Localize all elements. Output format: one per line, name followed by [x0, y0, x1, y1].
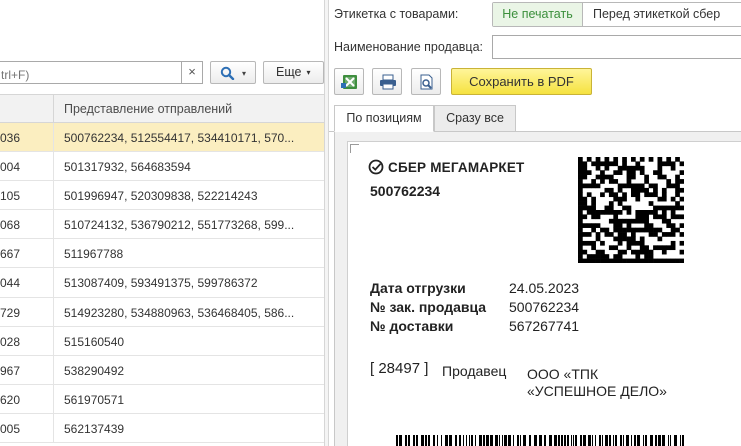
table-row[interactable]: 620 561970571: [0, 384, 324, 414]
label-ship-date: Дата отгрузки: [370, 280, 466, 296]
excel-export-button[interactable]: [334, 68, 364, 95]
print-button[interactable]: [372, 68, 402, 95]
clear-search-button[interactable]: ×: [181, 61, 203, 84]
row-shipments-cell: 514923280, 534880963, 536468405, 586...: [64, 305, 295, 320]
value-delivery-number: 567267741: [509, 318, 580, 334]
seller-code: [ 28497 ]: [370, 360, 429, 377]
goods-label-caption: Этикетка с товарами:: [334, 7, 459, 21]
column-divider: [53, 268, 54, 297]
column-header-shipments[interactable]: Представление отправлений: [64, 102, 232, 116]
table-row[interactable]: 036 500762234, 512554417, 534410171, 570.…: [0, 123, 324, 153]
label-delivery-number: № доставки: [370, 318, 454, 334]
table-row[interactable]: 044 513087409, 593491375, 599786372: [0, 268, 324, 298]
column-divider: [53, 355, 54, 384]
row-shipments-cell: 561970571: [64, 392, 125, 407]
seller-name-caption: Наименование продавца:: [334, 40, 483, 54]
goods-label-toggle: Не печатать Перед этикеткой сбер: [492, 2, 741, 27]
row-shipments-cell: 501996947, 520309838, 522214243: [64, 189, 258, 204]
print-preview-icon: [420, 74, 433, 90]
column-divider: [53, 297, 54, 326]
table-row[interactable]: 068 510724132, 536790212, 551773268, 599.…: [0, 210, 324, 240]
tab-by-position[interactable]: По позициям: [334, 105, 434, 132]
column-divider: [53, 413, 54, 443]
table-row[interactable]: 667 511967788: [0, 239, 324, 269]
printer-icon: [380, 74, 396, 90]
chevron-down-icon: ▾: [306, 68, 311, 77]
preview-button[interactable]: [411, 68, 441, 95]
datamatrix-code: [578, 157, 684, 263]
search-icon: [220, 66, 235, 80]
table-row[interactable]: 729 514923280, 534880963, 536468405, 586.…: [0, 297, 324, 327]
column-divider: [53, 239, 54, 268]
row-id-cell: 729: [0, 305, 21, 320]
search-button[interactable]: ▾: [210, 61, 256, 84]
table-row[interactable]: 105 501996947, 520309838, 522214243: [0, 181, 324, 211]
page-corner-mark: [350, 144, 359, 153]
shipment-barcode: [396, 435, 684, 446]
column-divider: [53, 181, 54, 210]
seller-name-line-2: «УСПЕШНОЕ ДЕЛО»: [527, 383, 667, 399]
row-shipments-cell: 500762234, 512554417, 534410171, 570...: [64, 131, 295, 145]
row-id-cell: 028: [0, 334, 21, 349]
row-shipments-cell: 510724132, 536790212, 551773268, 599...: [64, 218, 295, 233]
sber-logo-icon: [368, 159, 384, 175]
row-shipments-cell: 515160540: [64, 334, 125, 349]
column-divider: [53, 123, 54, 152]
row-id-cell: 620: [0, 392, 21, 407]
row-id-cell: 068: [0, 218, 21, 233]
seller-caption: Продавец: [442, 363, 507, 379]
close-icon: ×: [188, 64, 196, 79]
label-seller-order: № зак. продавца: [370, 299, 487, 315]
seller-name-input[interactable]: [492, 35, 741, 59]
column-divider: [53, 326, 54, 355]
excel-icon: [341, 75, 357, 89]
row-shipments-cell: 538290492: [64, 363, 125, 378]
row-shipments-cell: 562137439: [64, 421, 125, 436]
value-ship-date: 24.05.2023: [509, 280, 580, 296]
label-settings-pane: Этикетка с товарами: Не печатать Перед э…: [329, 0, 741, 446]
column-divider[interactable]: [53, 95, 54, 123]
table-row[interactable]: 967 538290492: [0, 355, 324, 385]
row-shipments-cell: 511967788: [64, 247, 124, 262]
seller-code-value: 28497: [378, 360, 421, 377]
value-seller-order: 500762234: [509, 299, 580, 315]
toggle-option-no-print[interactable]: Не печатать: [493, 3, 583, 26]
more-button[interactable]: Еще ▾: [263, 61, 324, 84]
seller-name-line-1: ООО «ТПК: [527, 366, 599, 382]
row-shipments-cell: 501317932, 564683594: [64, 160, 191, 175]
order-number: 500762234: [370, 183, 441, 199]
table-row[interactable]: 004 501317932, 564683594: [0, 152, 324, 182]
shipments-list-pane: × ▾ Еще ▾ Представление отправлений 036 50…: [0, 0, 324, 446]
table-row[interactable]: 028 515160540: [0, 326, 324, 356]
column-divider: [53, 210, 54, 239]
label-preview-area[interactable]: СБЕР МЕГАМАРКЕТ 500762234 Дата отгрузки …: [334, 132, 741, 446]
shipping-label-page: СБЕР МЕГАМАРКЕТ 500762234 Дата отгрузки …: [347, 141, 741, 446]
row-id-cell: 667: [0, 247, 21, 262]
more-button-label: Еще: [276, 65, 302, 79]
row-id-cell: 967: [0, 363, 21, 378]
shipments-table: 036 500762234, 512554417, 534410171, 570.…: [0, 123, 324, 444]
column-divider: [53, 152, 54, 181]
row-id-cell: 005: [0, 421, 21, 436]
row-id-cell: 004: [0, 160, 21, 175]
tab-all-at-once[interactable]: Сразу все: [434, 105, 516, 132]
toggle-option-before-label[interactable]: Перед этикеткой сбер: [593, 3, 720, 26]
seller-name: ООО «ТПК «УСПЕШНОЕ ДЕЛО»: [527, 366, 727, 400]
row-shipments-cell: 513087409, 593491375, 599786372: [64, 276, 258, 291]
brand-name: СБЕР МЕГАМАРКЕТ: [388, 160, 525, 175]
chevron-down-icon: ▾: [242, 69, 247, 78]
row-id-cell: 105: [0, 189, 21, 204]
column-divider: [53, 384, 54, 413]
table-row[interactable]: 005 562137439: [0, 413, 324, 444]
row-id-cell: 044: [0, 276, 21, 291]
search-input[interactable]: [0, 61, 181, 84]
table-header: Представление отправлений: [0, 94, 324, 123]
save-pdf-button[interactable]: Сохранить в PDF: [451, 68, 592, 95]
row-id-cell: 036: [0, 131, 21, 145]
